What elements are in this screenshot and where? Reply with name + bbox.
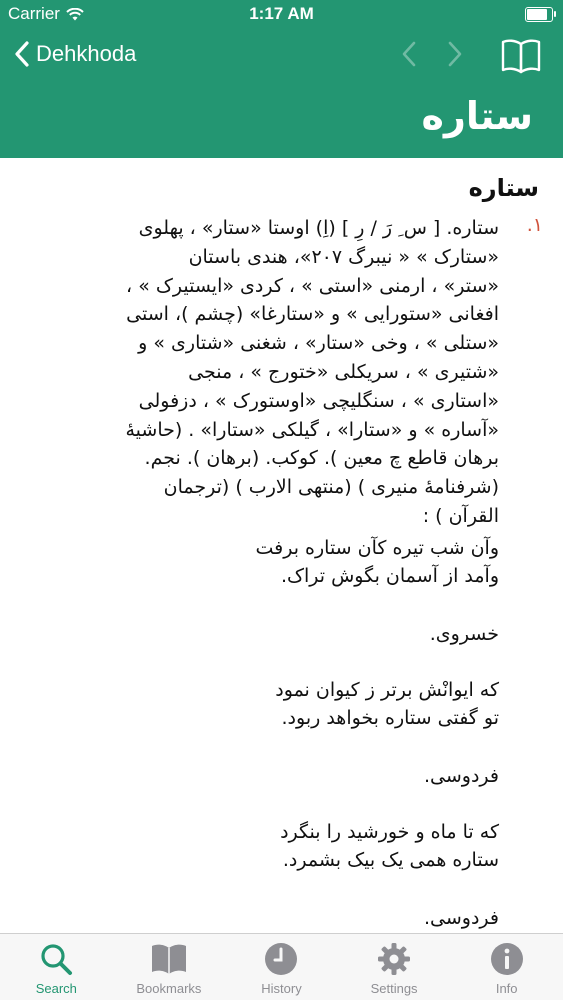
history-icon xyxy=(265,943,298,975)
definition-line: ستاره. [ س ِ رَ / رِ ] (اِ) اوستا «ستار»… xyxy=(138,217,499,239)
info-icon xyxy=(490,943,523,975)
definition-line: افغانی «ستورایی » و «ستارغا» (چشم )، است… xyxy=(126,303,499,326)
definition-line: «ستارک » « نیبرگ ۲۰۷»، هندی باستان xyxy=(188,245,499,268)
entry-headword: ستاره xyxy=(468,174,539,202)
verse-line: وآمد از آسمان بگوش تراک. xyxy=(280,565,499,587)
tab-info[interactable]: Info xyxy=(450,934,563,1000)
definition-line: «ستر» ، ارمنی «استی » ، کردی «ایستیرک » … xyxy=(126,274,499,297)
verse-1: وآن شب تیره کآن ستاره برفت وآمد از آسمان… xyxy=(0,534,499,590)
tab-label: Bookmarks xyxy=(136,981,202,996)
next-entry-button[interactable] xyxy=(447,40,463,68)
poet-name: خسروی. xyxy=(429,623,499,645)
chevron-left-icon xyxy=(15,41,29,67)
back-button-label: Dehkhoda xyxy=(36,41,137,66)
definition-line: القرآن ) : xyxy=(422,504,499,527)
back-button[interactable]: Dehkhoda xyxy=(14,40,136,68)
tab-label: Info xyxy=(495,981,518,996)
definition-line: «ستلی » ، وخی «ستار» ، شغنی «شتاری » و xyxy=(138,332,499,355)
verse-line: ستاره همی یک بیک بشمرد. xyxy=(282,849,499,871)
search-icon xyxy=(41,944,73,975)
verse-line: تو گفتی ستاره بخواهد ربود. xyxy=(281,707,499,729)
previous-entry-button[interactable] xyxy=(401,40,417,68)
bookmarks-icon xyxy=(151,944,186,974)
open-book-icon[interactable] xyxy=(501,38,541,74)
status-time: 1:17 AM xyxy=(249,4,314,23)
verse-3: که تا ماه و خورشید را بنگرد ستاره همی یک… xyxy=(0,818,499,874)
chevron-left-icon xyxy=(402,41,416,67)
chevron-right-icon xyxy=(448,41,462,67)
settings-icon xyxy=(378,943,411,975)
verse-2: که ایوانْش برتر ز کیوان نمود تو گفتی ستا… xyxy=(0,676,499,732)
definition-line: «آساره » و «ستارا» ، گیلکی «ستارا» . (حا… xyxy=(125,418,499,441)
entry-number: ۱. xyxy=(526,214,543,236)
tab-bar: Search Bookmarks History Settings Info xyxy=(0,933,563,1000)
definition-line: «شتیری » ، سریکلی «ختورج » ، منجی xyxy=(188,360,499,383)
tab-label: Settings xyxy=(370,981,418,996)
definition-line: برهان قاطع چ معین ). کوکب. (برهان ). نجم… xyxy=(144,447,499,470)
tab-settings[interactable]: Settings xyxy=(338,934,451,1000)
tab-label: Search xyxy=(35,981,77,996)
navigation-bar: Dehkhoda ستاره xyxy=(0,30,563,158)
tab-bookmarks[interactable]: Bookmarks xyxy=(113,934,226,1000)
definition-text: ستاره. [ س ِ رَ / رِ ] (اِ) اوستا «ستار»… xyxy=(39,214,499,531)
entry-content[interactable]: ستاره ۱. ستاره. [ س ِ رَ / رِ ] (اِ) اوس… xyxy=(0,158,563,934)
page-title: ستاره xyxy=(421,94,533,138)
status-bar: Carrier 1:17 AM xyxy=(0,0,563,30)
verse-line: که تا ماه و خورشید را بنگرد xyxy=(280,821,499,843)
tab-history[interactable]: History xyxy=(225,934,338,1000)
verse-line: که ایوانْش برتر ز کیوان نمود xyxy=(275,679,499,701)
poet-name: فردوسی. xyxy=(424,907,499,929)
battery-icon xyxy=(525,7,556,22)
definition-line: (شرفنامهٔ منیری ) (منتهی الارب ) (ترجمان xyxy=(163,476,499,499)
tab-label: History xyxy=(261,981,302,996)
tab-search[interactable]: Search xyxy=(0,934,113,1000)
verse-line: وآن شب تیره کآن ستاره برفت xyxy=(255,537,499,559)
definition-line: «استاری » ، سنگلیچی «اوستورک » ، دزفولی xyxy=(138,389,499,412)
poet-name: فردوسی. xyxy=(424,765,499,787)
entry-navigation xyxy=(401,40,463,68)
